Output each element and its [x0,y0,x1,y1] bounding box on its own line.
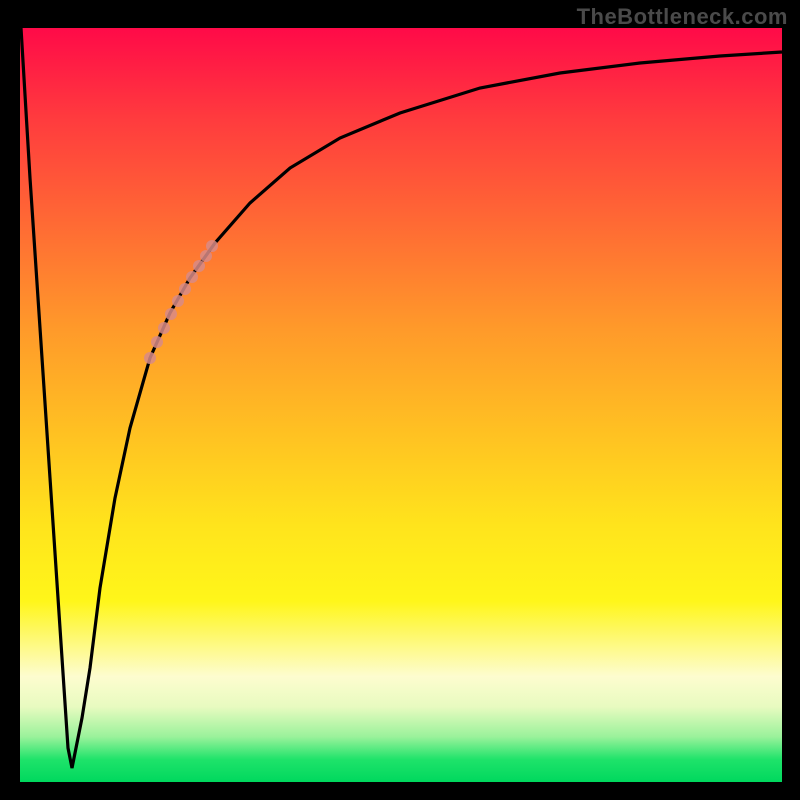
chart-frame: TheBottleneck.com [0,0,800,800]
bottleneck-curve [21,28,782,768]
highlight-segment [144,240,218,364]
curve-svg [20,28,782,782]
watermark-text: TheBottleneck.com [577,4,788,30]
plot-area [20,28,782,782]
